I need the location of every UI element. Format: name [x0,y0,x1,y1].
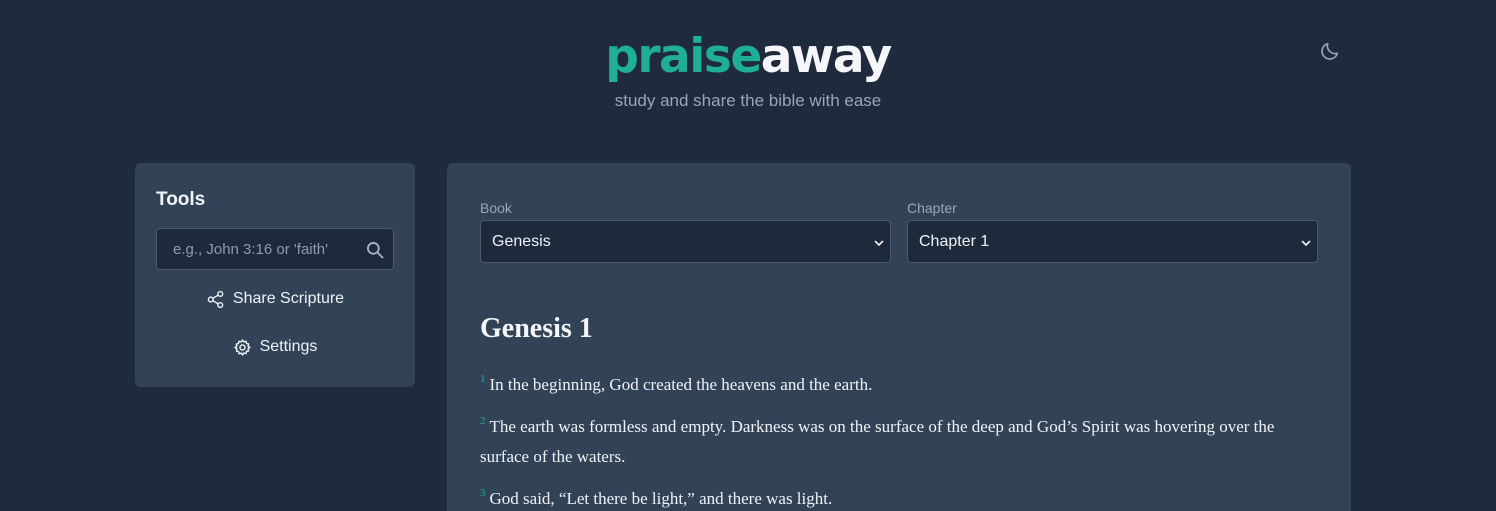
verse-text: In the beginning, God created the heaven… [489,375,873,394]
chevron-down-icon [874,240,884,246]
share-scripture-label: Share Scripture [232,290,345,307]
tagline: study and share the bible with ease [614,91,882,110]
book-select-value: Genesis [492,233,551,250]
page: praiseaway study and share the bible wit… [0,0,1496,511]
theme-toggle-button[interactable] [1317,38,1343,64]
search-icon[interactable] [365,240,385,260]
moon-icon [1321,42,1339,60]
tools-title: Tools [156,189,206,210]
gear-icon [233,338,251,356]
chapter-select[interactable]: Chapter 1 [907,220,1318,263]
share-icon [207,290,224,308]
chevron-down-icon [1301,240,1311,246]
brand-logo[interactable]: praiseaway [0,28,1496,86]
settings-button[interactable]: Settings [135,333,415,361]
share-scripture-button[interactable]: Share Scripture [135,285,415,313]
verse-number[interactable]: 2 [480,415,486,427]
search-input[interactable] [157,229,357,269]
verse-number[interactable]: 3 [480,487,486,499]
book-select[interactable]: Genesis [480,220,891,263]
chapter-heading: Genesis 1 [480,313,593,344]
chapter-label: Chapter [907,200,957,216]
book-label: Book [480,200,512,216]
verse: 1 In the beginning, God created the heave… [480,370,1318,400]
settings-label: Settings [259,338,318,355]
brand-part-praise: praise [605,29,762,84]
verse-text: God said, “Let there be light,” and ther… [489,489,833,508]
tools-panel: Tools Share Scripture Settings [135,163,415,387]
verse: 3 God said, “Let there be light,” and the… [480,484,1318,511]
verse: 2 The earth was formless and empty. Darkn… [480,412,1318,472]
brand-part-away: away [760,29,893,84]
chapter-select-value: Chapter 1 [919,233,990,250]
reader-panel: Book Genesis Chapter Chapter 1 Genesis 1… [447,163,1351,511]
verse-text: The earth was formless and empty. Darkne… [480,417,1275,466]
search-box [156,228,394,270]
verse-list: 1 In the beginning, God created the heave… [480,370,1318,511]
verse-number[interactable]: 1 [480,373,486,385]
